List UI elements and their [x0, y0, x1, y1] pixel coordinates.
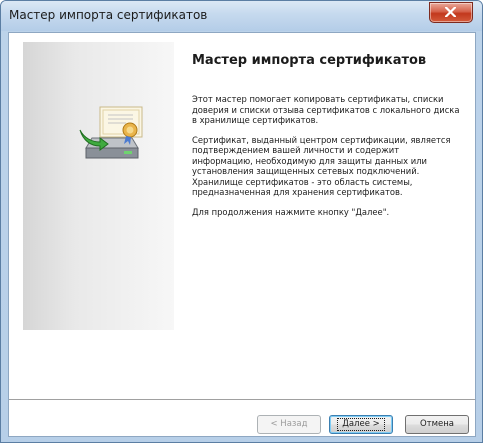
wizard-intro-paragraph: Этот мастер помогает копировать сертифик…: [192, 94, 460, 125]
next-button-label: Далее >: [337, 418, 385, 431]
close-x-icon: [445, 7, 456, 17]
close-button[interactable]: [429, 2, 473, 23]
wizard-continue-paragraph: Для продолжения нажмите кнопку "Далее".: [192, 206, 390, 217]
wizard-description-paragraph: Сертификат, выданный центром сертификаци…: [192, 134, 451, 198]
wizard-client-area: Мастер импорта сертификатов Этот мастер …: [8, 32, 476, 437]
certificate-import-icon: [79, 106, 143, 159]
wizard-heading: Мастер импорта сертификатов: [192, 53, 427, 68]
wizard-content: Мастер импорта сертификатов Этот мастер …: [192, 53, 462, 226]
wizard-side-panel: [23, 42, 174, 330]
next-button[interactable]: Далее >: [329, 415, 393, 434]
wizard-window: Мастер импорта сертификатов Мастер импор…: [0, 0, 483, 443]
cancel-button[interactable]: Отмена: [405, 415, 469, 434]
back-button[interactable]: < Назад: [257, 415, 321, 434]
title-bar[interactable]: Мастер импорта сертификатов: [1, 1, 482, 31]
button-divider: [9, 399, 475, 401]
window-title: Мастер импорта сертификатов: [9, 8, 208, 22]
